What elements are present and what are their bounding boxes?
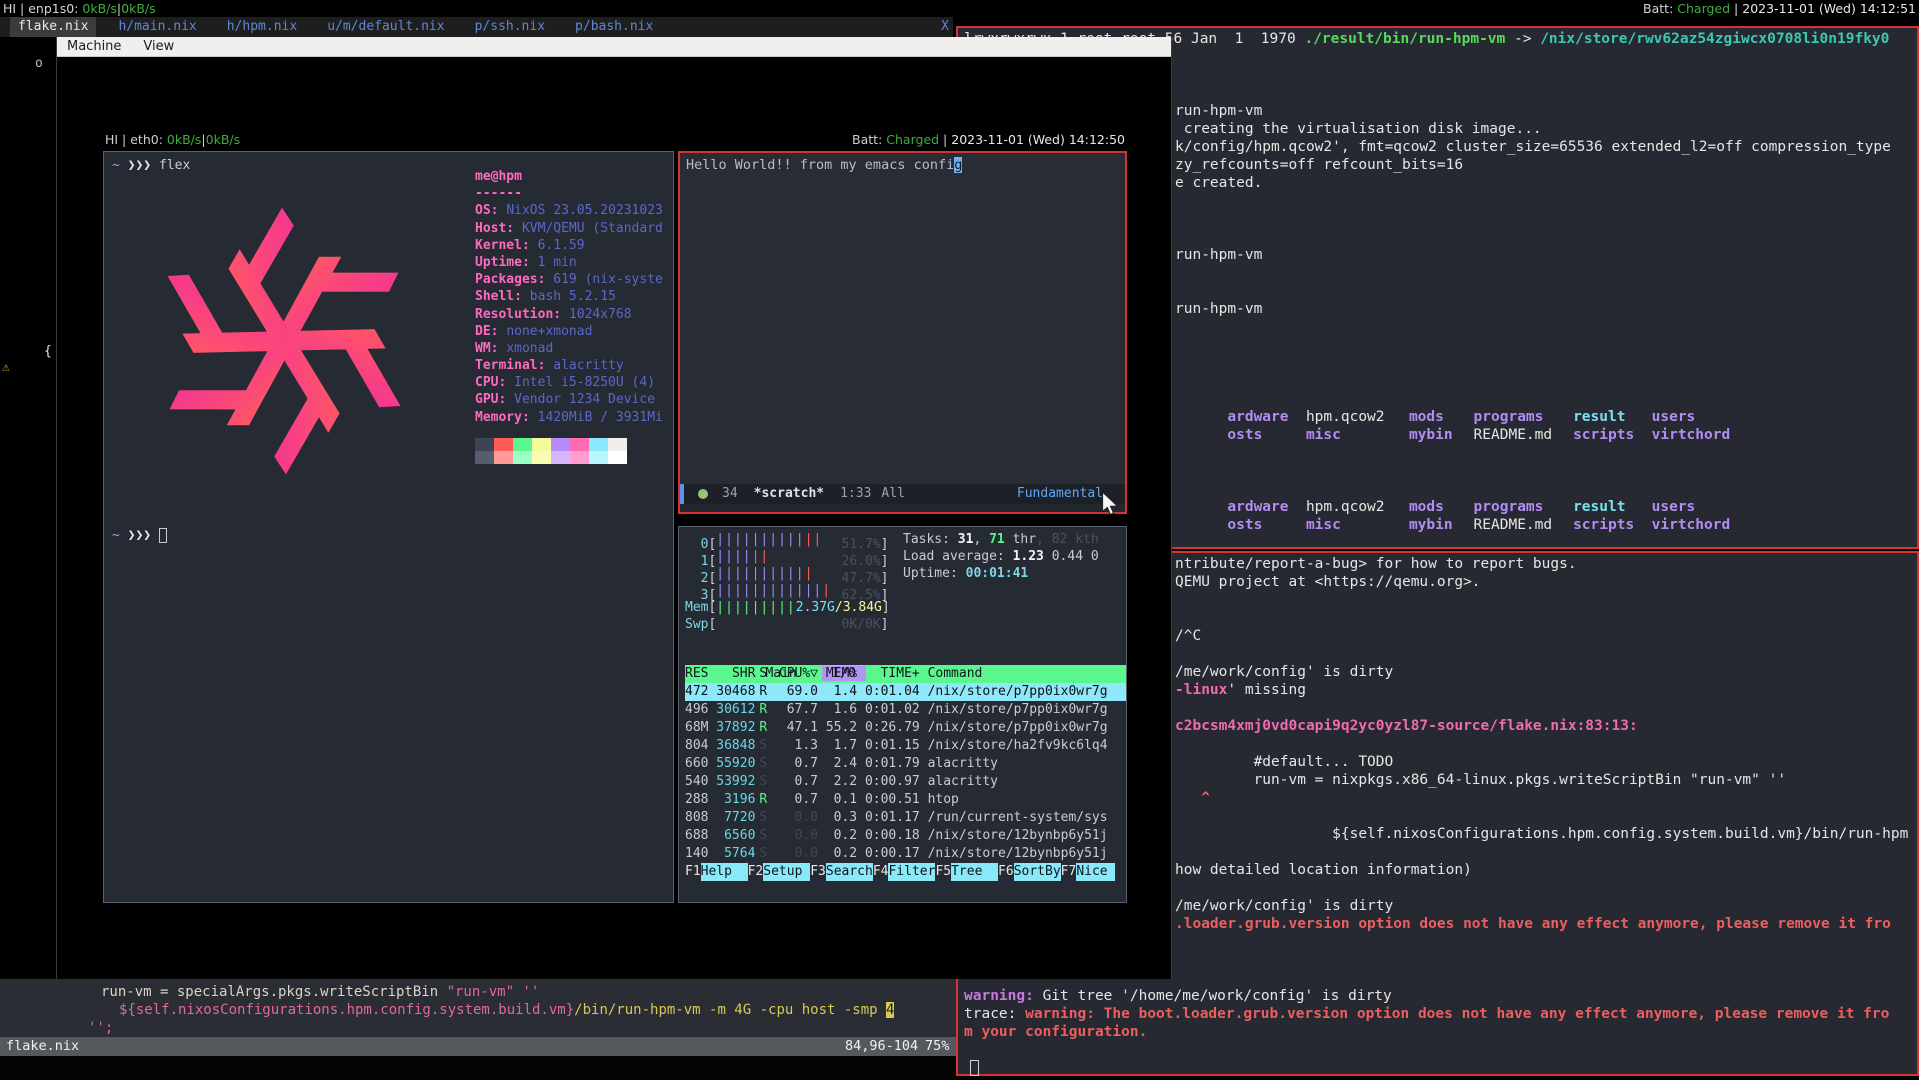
host-battery-clock: Batt: Charged | 2023-11-01 (Wed) 14:12:5… [1643, 0, 1916, 17]
modeline-number: 34 [722, 484, 738, 504]
editor-tab-bar: flake.nix h/main.nix h/hpm.nix u/m/defau… [0, 17, 953, 37]
fkey-help-label[interactable]: Help [701, 863, 748, 881]
shell-prompt: ~ ❯❯❯ [112, 528, 167, 543]
emacs-cursor: g [954, 157, 962, 173]
htop-function-key-bar: F1Help F2Setup F3Search F4Filter F5Tree … [685, 863, 1126, 881]
warning-line: warning: Git tree '/home/me/work/config'… [964, 987, 1917, 1005]
memory-meter: Mem[|||||||||2.37G/3.84G] [685, 599, 1126, 616]
htop-process-row[interactable]: 8087720S0.00.30:01.17/run/current-system… [685, 809, 1126, 827]
vim-stray-char: o [35, 56, 43, 71]
terminal-cursor [970, 1060, 979, 1076]
fkey-nice-label[interactable]: Nice [1076, 863, 1107, 881]
fkey-help[interactable]: F1 [685, 863, 701, 881]
terminal-cursor [159, 528, 167, 543]
fkey-filter[interactable]: F4 [873, 863, 889, 881]
tab-bash-nix[interactable]: p/bash.nix [567, 17, 661, 37]
emacs-buffer-text: Hello World!! from my emacs config [680, 153, 1125, 173]
htop-process-row[interactable]: 1405764S0.00.20:00.17/nix/store/12bynbp6… [685, 845, 1126, 863]
fkey-setup[interactable]: F2 [748, 863, 764, 881]
htop-tab-bar: Main I/O [685, 647, 1126, 665]
close-icon[interactable]: X [941, 17, 949, 37]
vim-filename: flake.nix [0, 1038, 79, 1054]
code-line: run-vm = specialArgs.pkgs.writeScriptBin… [0, 983, 956, 1001]
htop-stats: Tasks: 31, 71 thr, 82 kth Load average: … [903, 531, 1099, 582]
fkey-sortby-label[interactable]: SortBy [1014, 863, 1061, 881]
buffer-name: *scratch* [754, 484, 824, 504]
vm-htop-window[interactable]: 0[||||||||||||51.7%] 1[||||||26.0%] 2[||… [678, 526, 1127, 903]
tab-ssh-nix[interactable]: p/ssh.nix [467, 17, 553, 37]
fkey-nice[interactable]: F7 [1061, 863, 1077, 881]
fkey-tree[interactable]: F5 [935, 863, 951, 881]
warning-line: trace: warning: The boot.loader.grub.ver… [964, 1005, 1917, 1023]
fkey-filter-label[interactable]: Filter [888, 863, 935, 881]
qemu-menu-bar: Machine View [57, 37, 1171, 57]
htop-process-row[interactable]: 2883196R0.70.10:00.51htop [685, 791, 1126, 809]
htop-process-row[interactable]: 54053992S0.72.20:00.97alacritty [685, 773, 1126, 791]
menu-machine[interactable]: Machine [67, 37, 121, 56]
warning-sign-icon: ⚠ [2, 360, 10, 375]
vim-cursor: 4 [886, 1002, 894, 1018]
terminal-color-palette [475, 438, 635, 464]
major-mode: Fundamental [1017, 484, 1103, 504]
vm-terminal[interactable]: ~ ❯❯❯ flex [103, 151, 674, 903]
menu-view[interactable]: View [143, 37, 174, 56]
fkey-setup-label[interactable]: Setup [763, 863, 810, 881]
warning-line: m your configuration. [964, 1023, 1917, 1041]
htop-process-row[interactable]: 6886560S0.00.20:00.18/nix/store/12bynbp6… [685, 827, 1126, 845]
htop-process-row[interactable]: 68M37892R47.155.20:26.79/nix/store/p7pp0… [685, 719, 1126, 737]
tab-hpm-nix[interactable]: h/hpm.nix [219, 17, 305, 37]
vm-network-status: HI | eth0: 0kB/s|0kB/s [105, 131, 240, 149]
cursor-position: 1:33 [840, 484, 871, 504]
htop-process-row[interactable]: 49630612R67.71.60:01.02/nix/store/p7pp0i… [685, 701, 1126, 719]
scroll-indicator: All [881, 484, 904, 504]
tab-flake-nix[interactable]: flake.nix [10, 17, 96, 37]
fkey-search-label[interactable]: Search [826, 863, 873, 881]
nixos-logo [116, 182, 452, 500]
tab-default-nix[interactable]: u/m/default.nix [319, 17, 452, 37]
htop-process-row[interactable]: 47230468R69.01.40:01.04/nix/store/p7pp0i… [685, 683, 1126, 701]
qemu-vm-window[interactable]: Machine View HI | eth0: 0kB/s|0kB/s Batt… [56, 37, 1172, 979]
mouse-cursor-icon [1100, 492, 1120, 516]
vim-editor[interactable]: run-vm = specialArgs.pkgs.writeScriptBin… [0, 979, 956, 1080]
vim-scroll-percent: 75% [925, 1037, 949, 1056]
cpu-meter-3: 3[||||||||||||||62.5%] [685, 582, 1126, 599]
htop-process-row[interactable]: 80436848S1.31.70:01.15/nix/store/ha2fv9k… [685, 737, 1126, 755]
fkey-tree-label[interactable]: Tree [951, 863, 998, 881]
host-network-status: HI | enp1s0: 0kB/s|0kB/s [3, 0, 156, 17]
htop-table-header[interactable]: RESSHRSCPU%▽MEM%TIME+Command [685, 665, 1126, 683]
vim-stray-brace: { [44, 344, 52, 359]
modeline-accent-bar [680, 484, 684, 504]
code-line: ''; [0, 1019, 956, 1037]
emacs-echo-area [680, 504, 1125, 512]
vm-battery-clock: Batt: Charged | 2023-11-01 (Wed) 14:12:5… [852, 131, 1125, 149]
fastfetch-info: me@hpm ------ OS: NixOS 23.05.20231023 H… [475, 168, 670, 426]
vm-status-bar: HI | eth0: 0kB/s|0kB/s Batt: Charged | 2… [103, 131, 1127, 149]
vm-emacs-window[interactable]: Hello World!! from my emacs config 34 *s… [678, 151, 1127, 514]
fkey-sortby[interactable]: F6 [998, 863, 1014, 881]
buffer-status-icon [698, 489, 708, 499]
code-line: ${self.nixosConfigurations.hpm.config.sy… [0, 1001, 956, 1019]
vim-cursor-position: 84,96-104 [845, 1037, 918, 1056]
htop-cursor [1108, 863, 1116, 881]
vim-statusline: flake.nix 84,96-104 75% [0, 1037, 956, 1056]
tab-main-nix[interactable]: h/main.nix [110, 17, 204, 37]
htop-process-row[interactable]: 66055920S0.72.40:01.79alacritty [685, 755, 1126, 773]
emacs-modeline: 34 *scratch* 1:33 All Fundamental [680, 484, 1125, 504]
fkey-search[interactable]: F3 [810, 863, 826, 881]
swap-meter: Swp[0K/0K] [685, 616, 1126, 633]
host-status-bar: HI | enp1s0: 0kB/s|0kB/s Batt: Charged |… [0, 0, 1919, 17]
